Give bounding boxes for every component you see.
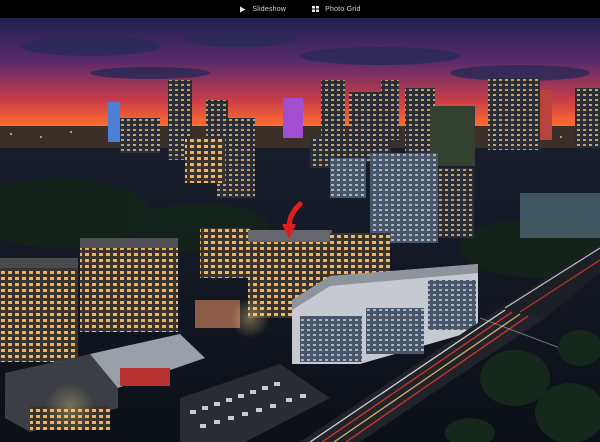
slideshow-tab[interactable]: Slideshow bbox=[239, 6, 286, 13]
photo-grid-tab[interactable]: Photo Grid bbox=[312, 6, 360, 13]
grid-icon bbox=[312, 6, 320, 12]
play-icon bbox=[239, 6, 246, 13]
photo-grid-label: Photo Grid bbox=[325, 5, 361, 13]
top-toolbar: Slideshow Photo Grid bbox=[0, 0, 600, 18]
photo-viewer[interactable] bbox=[0, 18, 600, 442]
slideshow-label: Slideshow bbox=[252, 5, 287, 13]
aerial-photo bbox=[0, 18, 600, 442]
